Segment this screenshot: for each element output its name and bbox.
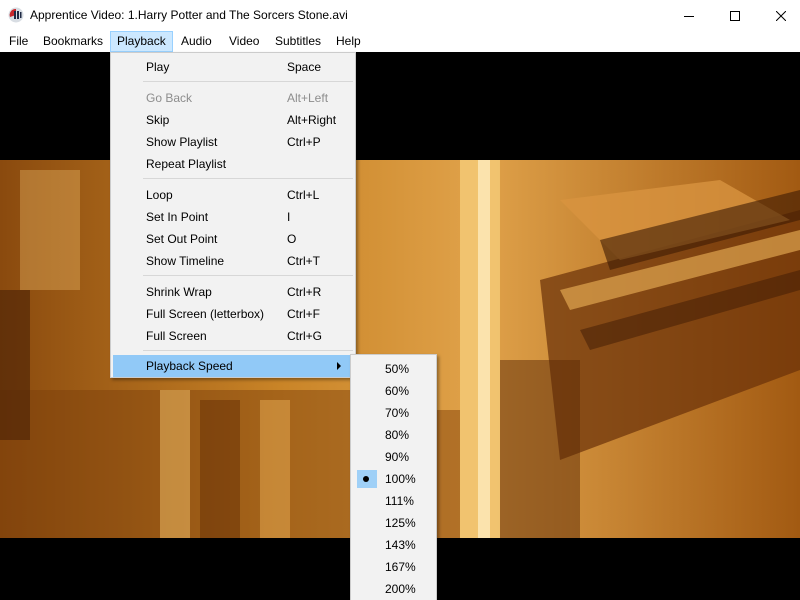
menu-audio[interactable]: Audio [174,31,219,52]
menu-item-show-timeline[interactable]: Show Timeline Ctrl+T [113,250,353,272]
menu-bar: File Bookmarks Playback Audio Video Subt… [0,31,800,52]
menu-subtitles[interactable]: Subtitles [268,31,328,52]
menu-separator [143,350,353,351]
speed-option[interactable]: 60% [353,380,434,402]
radio-bullet-icon [363,476,369,482]
menu-video[interactable]: Video [222,31,266,52]
menu-separator [143,81,353,82]
minimize-button[interactable] [666,0,712,31]
apprentice-video-app-icon [8,7,24,23]
playback-speed-submenu: 50% 60% 70% 80% 90% 100% 111% 125% 143% … [350,354,437,600]
speed-option[interactable]: 111% [353,490,434,512]
menu-item-set-in-point[interactable]: Set In Point I [113,206,353,228]
menu-item-full-screen[interactable]: Full Screen Ctrl+G [113,325,353,347]
close-button[interactable] [758,0,800,31]
menu-item-set-out-point[interactable]: Set Out Point O [113,228,353,250]
maximize-button[interactable] [712,0,758,31]
submenu-arrow-icon [337,362,341,370]
menu-separator [143,275,353,276]
maximize-icon [730,10,740,21]
menu-playback[interactable]: Playback [110,31,173,52]
menu-bookmarks[interactable]: Bookmarks [36,31,110,52]
speed-option[interactable]: 90% [353,446,434,468]
speed-option[interactable]: 143% [353,534,434,556]
menu-item-skip[interactable]: Skip Alt+Right [113,109,353,131]
speed-option-selected[interactable]: 100% [353,468,434,490]
speed-option[interactable]: 167% [353,556,434,578]
menu-item-shrink-wrap[interactable]: Shrink Wrap Ctrl+R [113,281,353,303]
minimize-icon [684,15,694,17]
speed-option[interactable]: 50% [353,358,434,380]
title-bar: Apprentice Video: 1.Harry Potter and The… [0,0,800,31]
speed-option[interactable]: 80% [353,424,434,446]
playback-menu: Play Space Go Back Alt+Left Skip Alt+Rig… [110,52,356,378]
menu-item-loop[interactable]: Loop Ctrl+L [113,184,353,206]
speed-option[interactable]: 70% [353,402,434,424]
menu-item-full-screen-letterbox[interactable]: Full Screen (letterbox) Ctrl+F [113,303,353,325]
menu-item-show-playlist[interactable]: Show Playlist Ctrl+P [113,131,353,153]
menu-separator [143,178,353,179]
speed-option[interactable]: 200% [353,578,434,600]
speed-option[interactable]: 125% [353,512,434,534]
close-icon [776,10,786,21]
menu-file[interactable]: File [2,31,35,52]
menu-item-play[interactable]: Play Space [113,56,353,78]
menu-item-repeat-playlist[interactable]: Repeat Playlist [113,153,353,175]
menu-help[interactable]: Help [329,31,368,52]
menu-item-playback-speed[interactable]: Playback Speed [113,355,353,377]
window-title: Apprentice Video: 1.Harry Potter and The… [30,8,348,22]
menu-item-go-back: Go Back Alt+Left [146,91,329,105]
